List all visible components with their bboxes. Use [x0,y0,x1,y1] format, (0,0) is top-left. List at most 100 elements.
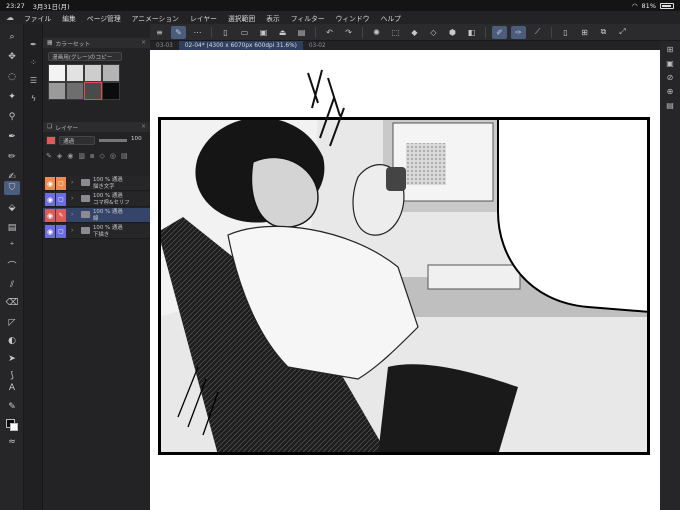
invert-icon[interactable]: ◧ [464,26,479,39]
frame-tool-icon[interactable]: ◸ [4,316,20,330]
blend-tool-icon[interactable]: ◐ [4,334,20,348]
layer-tool-icon[interactable]: ▥ [78,152,85,160]
menu-page[interactable]: ページ管理 [87,13,121,23]
color-swatch[interactable] [48,64,66,82]
menu-toggle-icon[interactable]: ≡ [152,26,167,39]
search-icon[interactable]: ⊘ [664,71,676,83]
fill-tool-icon[interactable]: ⛉ [4,181,20,195]
menu-window[interactable]: ウィンドウ [336,13,370,23]
sub-dots-icon[interactable]: ⁘ [27,56,40,68]
transform-icon[interactable]: ⬚ [388,26,403,39]
layer-tool-icon[interactable]: ⧈ [90,152,94,161]
add-panel-icon[interactable]: ⊞ [664,43,676,55]
color-swatch[interactable] [102,82,120,100]
lock-icon[interactable]: ▢ [56,177,66,190]
menu-help[interactable]: ヘルプ [381,13,401,23]
eraser-tool-icon[interactable]: ⌫ [4,296,20,310]
color-swatch[interactable] [48,82,66,100]
new-file-icon[interactable]: ▯ [218,26,233,39]
layer-tool-icon[interactable]: ◈ [57,152,62,160]
sub-pen-icon[interactable]: ✒ [27,38,40,50]
undo-icon[interactable]: ↶ [322,26,337,39]
chevron-right-icon[interactable]: › [71,211,73,218]
chevron-right-icon[interactable]: › [71,227,73,234]
menu-filter[interactable]: フィルター [291,13,325,23]
text-tool-icon[interactable]: A [4,381,20,395]
pen-mode-icon[interactable]: ✐ [492,25,507,39]
menu-edit[interactable]: 編集 [62,13,76,23]
lock-icon[interactable]: ▢ [56,193,66,206]
navigator-icon[interactable]: ⧉ [596,26,611,39]
tab-02-04[interactable]: 02-04* (4300 x 6070px 600dpi 31.6%) [178,41,303,50]
app-menu-icon[interactable]: ☁ [6,13,16,22]
chevron-right-icon[interactable]: › [71,179,73,186]
quick-pen-icon[interactable]: ✎ [171,25,186,39]
pen-icon[interactable]: ✎ [56,209,66,222]
magnify-icon[interactable]: ⌕ [4,30,20,44]
menu-selection[interactable]: 選択範囲 [228,13,255,23]
eye-icon[interactable]: ◉ [45,209,55,222]
transparent-color-icon[interactable]: ≈ [4,435,20,449]
redo-icon[interactable]: ↷ [341,26,356,39]
tab-03-02[interactable]: 03-02 [303,41,332,50]
brush-mode-icon[interactable]: ✑ [511,25,526,39]
eye-icon[interactable]: ◉ [45,225,55,238]
layer-row[interactable]: ◉ ▢ › 100 % 通過 下描き [43,224,150,239]
navigator-icon[interactable]: ▣ [664,57,676,69]
balloon-tool-icon[interactable]: ✎ [4,400,20,414]
lock-icon[interactable]: ▢ [56,225,66,238]
airbrush-tool-icon[interactable]: ⫽ [4,278,20,292]
color-swatch[interactable] [66,82,84,100]
wand-icon[interactable]: ✦ [4,90,20,104]
menu-view[interactable]: 表示 [266,13,280,23]
more-icon[interactable]: ⋯ [190,26,205,39]
operation-tool-icon[interactable]: ➤ [4,352,20,366]
eyedropper-icon[interactable]: ⚲ [4,110,20,124]
color-swatch[interactable] [84,64,102,82]
color-set-dropdown[interactable]: 漫画用(グレー)のコピー [48,52,122,61]
opacity-slider[interactable] [99,139,127,142]
fill-icon[interactable]: ◆ [407,26,422,39]
layer-color-icon[interactable] [46,136,56,145]
eye-icon[interactable]: ◉ [45,193,55,206]
pen-tool-icon[interactable]: ✒ [4,130,20,144]
clear-icon[interactable]: ◇ [426,26,441,39]
bucket-tool-icon[interactable]: ⬙ [4,201,20,215]
color-swatch[interactable] [102,64,120,82]
grid-icon[interactable]: ⊞ [577,26,592,39]
pencil-tool-icon[interactable]: ✏ [4,150,20,164]
layer-tool-icon[interactable]: ◇ [99,152,104,160]
menu-file[interactable]: ファイル [24,13,51,23]
close-icon[interactable]: × [141,124,146,130]
layer-tool-icon[interactable]: ✎ [46,152,52,160]
layer-tool-icon[interactable]: ◎ [110,152,116,160]
blend-mode-dropdown[interactable]: 通過 [59,136,95,145]
color-swatch-selected[interactable] [84,82,102,100]
eye-icon[interactable]: ◉ [45,177,55,190]
curve-tool-icon[interactable]: ⌒ [4,258,20,272]
color-swatch[interactable] [66,64,84,82]
layer-tool-icon[interactable]: ▤ [121,152,128,160]
layers-panel-icon[interactable]: ▤ [664,99,676,111]
expand-icon[interactable]: ⤢ [615,26,630,39]
menu-layer[interactable]: レイヤー [190,13,217,23]
figure-tool-icon[interactable]: ⁺ [4,239,20,253]
ruler-icon[interactable]: ⟋ [530,26,545,39]
chevron-right-icon[interactable]: › [71,195,73,202]
open-file-icon[interactable]: ▭ [237,26,252,39]
layer-row[interactable]: ◉ ▢ › 100 % 通過 描き文字 [43,176,150,191]
layer-row-selected[interactable]: ◉ ✎ › 100 % 通過 線 [43,208,150,223]
layer-row[interactable]: ◉ ▢ › 100 % 通過 コマ枠&セリフ [43,192,150,207]
import-icon[interactable]: ⏏ [275,26,290,39]
camera-icon[interactable]: ⊕ [664,85,676,97]
print-icon[interactable]: ▤ [294,26,309,39]
layer-tool-icon[interactable]: ◉ [67,152,73,160]
lasso-icon[interactable]: ◌ [4,70,20,84]
sub-bolt-icon[interactable]: ϟ [27,92,40,104]
save-icon[interactable]: ▣ [256,26,271,39]
gradient-tool-icon[interactable]: ▤ [4,221,20,235]
close-icon[interactable]: × [141,40,146,46]
device-icon[interactable]: ▯ [558,26,573,39]
layer-fill-icon[interactable]: ⬢ [445,26,460,39]
menu-animation[interactable]: アニメーション [132,13,179,23]
